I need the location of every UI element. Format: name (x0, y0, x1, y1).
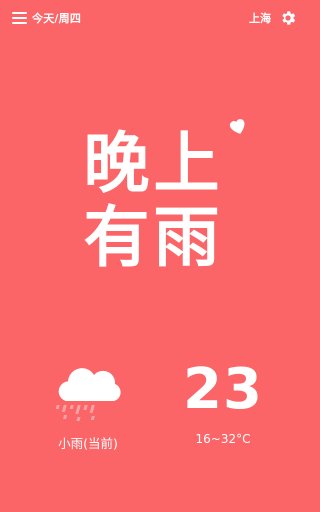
top-bar: 今天/周四 上海 (0, 0, 307, 36)
current-temperature: 23 (183, 357, 263, 422)
headline-line-1: 晚上 (83, 125, 224, 202)
condition-label: 小雨(当前) (58, 436, 118, 451)
heart-icon[interactable] (228, 117, 248, 135)
cloud-rain-icon (55, 368, 121, 421)
gear-icon[interactable] (279, 9, 297, 27)
headline-line-2: 有雨 (83, 199, 224, 276)
temperature-range: 16~32°C (195, 432, 251, 446)
menu-icon[interactable] (12, 12, 27, 24)
date-label: 今天/周四 (32, 12, 82, 25)
city-label[interactable]: 上海 (249, 10, 271, 26)
